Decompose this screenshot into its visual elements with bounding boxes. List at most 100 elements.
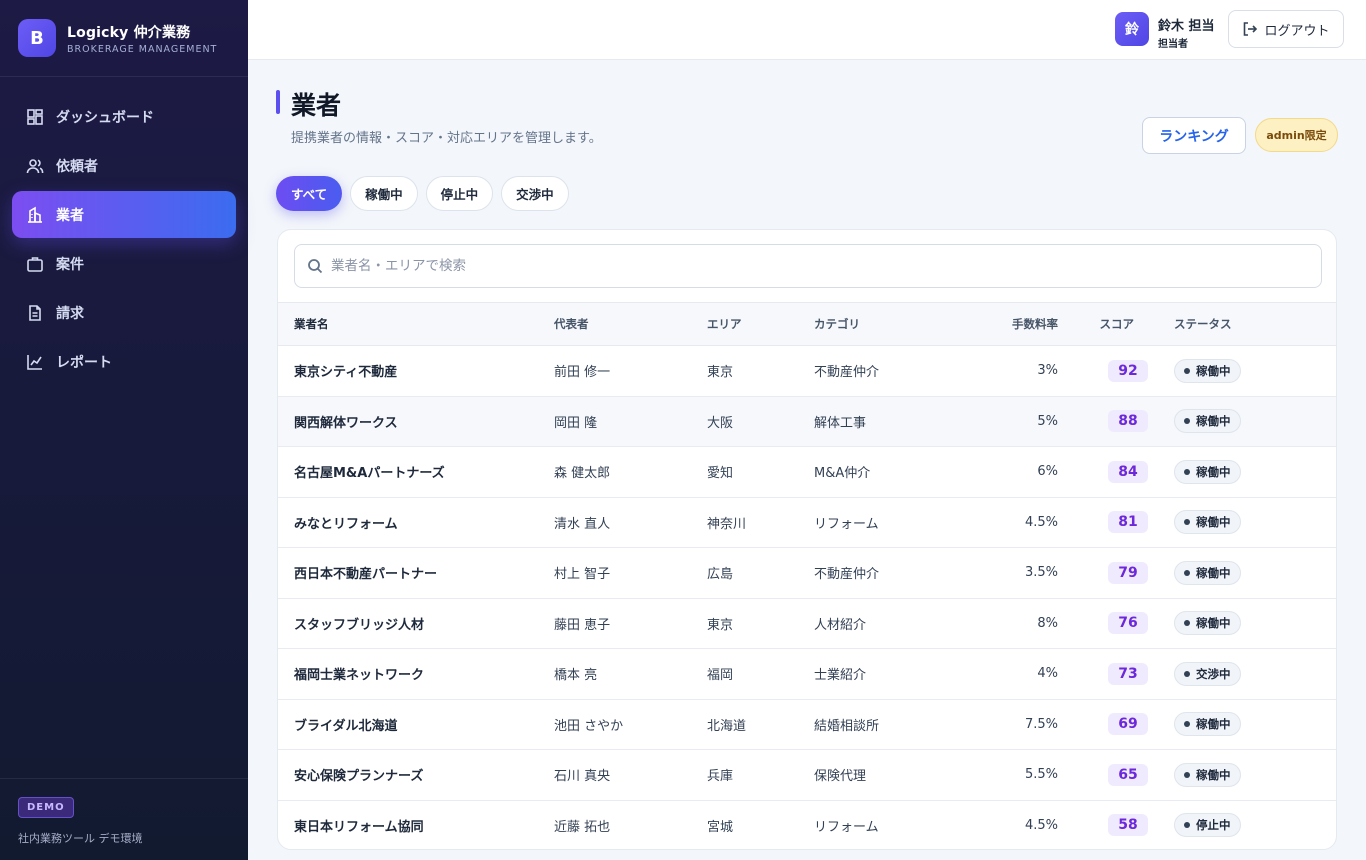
ranking-button[interactable]: ランキング [1142, 117, 1246, 154]
sidebar-item-vendors[interactable]: 業者 [12, 191, 236, 238]
cell-score: 81 [1058, 497, 1152, 548]
table-row[interactable]: 東日本リフォーム協同 近藤 拓也 宮城 リフォーム 4.5% 58 停止中 [278, 800, 1336, 849]
cell-score: 79 [1058, 548, 1152, 599]
score-badge: 92 [1108, 359, 1148, 382]
column-header-fee-rate[interactable]: 手数料率 [944, 302, 1058, 346]
cell-category: 不動産仲介 [814, 365, 880, 381]
cell-representative: 石川 真央 [554, 769, 611, 785]
sidebar-item-billing[interactable]: 請求 [12, 289, 236, 336]
cell-fee-rate: 5% [1037, 413, 1058, 429]
status-dot-icon [1184, 569, 1190, 576]
status-badge: 稼働中 [1174, 611, 1241, 636]
table-row[interactable]: 西日本不動産パートナー 村上 智子 広島 不動産仲介 3.5% 79 稼働中 [278, 548, 1336, 599]
filter-stopped[interactable]: 停止中 [425, 176, 494, 211]
page-title: 業者 [291, 91, 342, 120]
cell-representative: 池田 さやか [554, 718, 624, 734]
column-header-representative[interactable]: 代表者 [554, 302, 707, 346]
status-badge: 停止中 [1174, 813, 1241, 838]
cell-vendor-name: ブライダル北海道 [294, 718, 398, 734]
cell-status: 稼働中 [1152, 396, 1336, 447]
demo-environment-text: 社内業務ツール デモ環境 [18, 832, 143, 845]
cell-category: 解体工事 [814, 415, 867, 431]
cell-area: 大阪 [707, 415, 734, 431]
cell-score: 73 [1058, 649, 1152, 700]
status-dot-icon [1184, 367, 1190, 374]
score-badge: 65 [1108, 763, 1148, 786]
sidebar-item-label: レポート [56, 354, 112, 371]
vendor-table: 業者名 代表者 エリア カテゴリ 手数料率 スコア ステータス 東京シティ不動産… [278, 302, 1336, 849]
column-header-score[interactable]: スコア [1058, 302, 1152, 346]
logout-button[interactable]: ログアウト [1228, 10, 1344, 48]
vendor-table-card: 業者名 代表者 エリア カテゴリ 手数料率 スコア ステータス 東京シティ不動産… [277, 229, 1337, 850]
sidebar-item-dashboard[interactable]: ダッシュボード [12, 93, 236, 140]
table-header-row: 業者名 代表者 エリア カテゴリ 手数料率 スコア ステータス [278, 302, 1336, 346]
filter-active[interactable]: 稼働中 [350, 176, 418, 211]
column-header-name[interactable]: 業者名 [278, 302, 554, 346]
cell-score: 76 [1058, 598, 1152, 649]
cell-score: 88 [1058, 396, 1152, 447]
score-badge: 58 [1108, 814, 1148, 837]
cell-representative: 岡田 隆 [554, 415, 598, 431]
cell-area: 福岡 [707, 668, 734, 684]
search-box[interactable] [294, 244, 1322, 288]
cell-fee-rate: 4.5% [1024, 514, 1058, 530]
search-input[interactable] [331, 258, 1291, 274]
column-header-area[interactable]: エリア [707, 302, 814, 346]
cell-representative: 前田 修一 [554, 365, 611, 381]
sidebar-item-label: 依頼者 [56, 158, 98, 175]
filter-negotiating[interactable]: 交渉中 [501, 176, 569, 211]
admin-only-badge: admin限定 [1255, 118, 1338, 152]
cell-vendor-name: 西日本不動産パートナー [294, 567, 438, 583]
cell-representative: 清水 直人 [554, 516, 611, 532]
cell-status: 交渉中 [1152, 649, 1336, 700]
cell-vendor-name: 安心保険プランナーズ [294, 769, 424, 785]
sidebar-nav: ダッシュボード 依頼者 業者 案件 請求 レポート [0, 77, 248, 385]
sidebar-item-clients[interactable]: 依頼者 [12, 142, 236, 189]
cell-status: 稼働中 [1152, 346, 1336, 397]
cell-status: 稼働中 [1152, 447, 1336, 498]
table-row[interactable]: ブライダル北海道 池田 さやか 北海道 結婚相談所 7.5% 69 稼働中 [278, 699, 1336, 750]
table-row[interactable]: 関西解体ワークス 岡田 隆 大阪 解体工事 5% 88 稼働中 [278, 396, 1336, 447]
table-row[interactable]: 名古屋M&Aパートナーズ 森 健太郎 愛知 M&A仲介 6% 84 稼働中 [278, 447, 1336, 498]
cell-status: 稼働中 [1152, 497, 1336, 548]
cell-score: 84 [1058, 447, 1152, 498]
user-role: 担当者 [1158, 39, 1188, 50]
cell-category: M&A仲介 [814, 466, 871, 482]
cell-fee-rate: 6% [1037, 464, 1058, 480]
cell-status: 稼働中 [1152, 548, 1336, 599]
avatar[interactable]: 鈴 [1115, 12, 1149, 46]
cell-vendor-name: 関西解体ワークス [294, 415, 398, 431]
column-header-status[interactable]: ステータス [1152, 302, 1336, 346]
dashboard-icon [26, 108, 44, 126]
status-label: 稼働中 [1196, 414, 1231, 429]
invoice-icon [26, 304, 44, 322]
user-info: 鈴木 担当 担当者 [1158, 15, 1215, 50]
status-dot-icon [1184, 418, 1190, 425]
status-label: 稼働中 [1196, 565, 1231, 580]
sidebar-item-label: ダッシュボード [56, 109, 154, 126]
filter-all[interactable]: すべて [276, 176, 343, 211]
table-row[interactable]: 安心保険プランナーズ 石川 真央 兵庫 保険代理 5.5% 65 稼働中 [278, 750, 1336, 800]
brand[interactable]: B Logicky 仲介業務 BROKERAGE MANAGEMENT [0, 0, 248, 77]
table-row[interactable]: スタッフブリッジ人材 藤田 恵子 東京 人材紹介 8% 76 稼働中 [278, 598, 1336, 649]
cell-area: 広島 [707, 567, 734, 583]
cell-area: 神奈川 [707, 516, 747, 532]
cell-score: 69 [1058, 699, 1152, 750]
cell-vendor-name: みなとリフォーム [294, 516, 398, 532]
status-badge: 稼働中 [1174, 358, 1241, 383]
sidebar-item-reports[interactable]: レポート [12, 338, 236, 385]
table-row[interactable]: 福岡士業ネットワーク 橋本 亮 福岡 士業紹介 4% 73 交渉中 [278, 649, 1336, 700]
cell-area: 東京 [707, 617, 734, 633]
cell-category: 士業紹介 [814, 668, 867, 684]
cell-vendor-name: 名古屋M&Aパートナーズ [294, 466, 445, 482]
table-row[interactable]: 東京シティ不動産 前田 修一 東京 不動産仲介 3% 92 稼働中 [278, 346, 1336, 397]
cell-area: 兵庫 [707, 769, 734, 785]
table-row[interactable]: みなとリフォーム 清水 直人 神奈川 リフォーム 4.5% 81 稼働中 [278, 497, 1336, 548]
score-badge: 76 [1108, 612, 1148, 635]
cell-status: 停止中 [1152, 800, 1336, 849]
score-badge: 81 [1108, 511, 1148, 534]
column-header-category[interactable]: カテゴリ [814, 302, 944, 346]
status-label: 稼働中 [1196, 616, 1231, 631]
cell-area: 北海道 [707, 718, 747, 734]
sidebar-item-cases[interactable]: 案件 [12, 240, 236, 287]
